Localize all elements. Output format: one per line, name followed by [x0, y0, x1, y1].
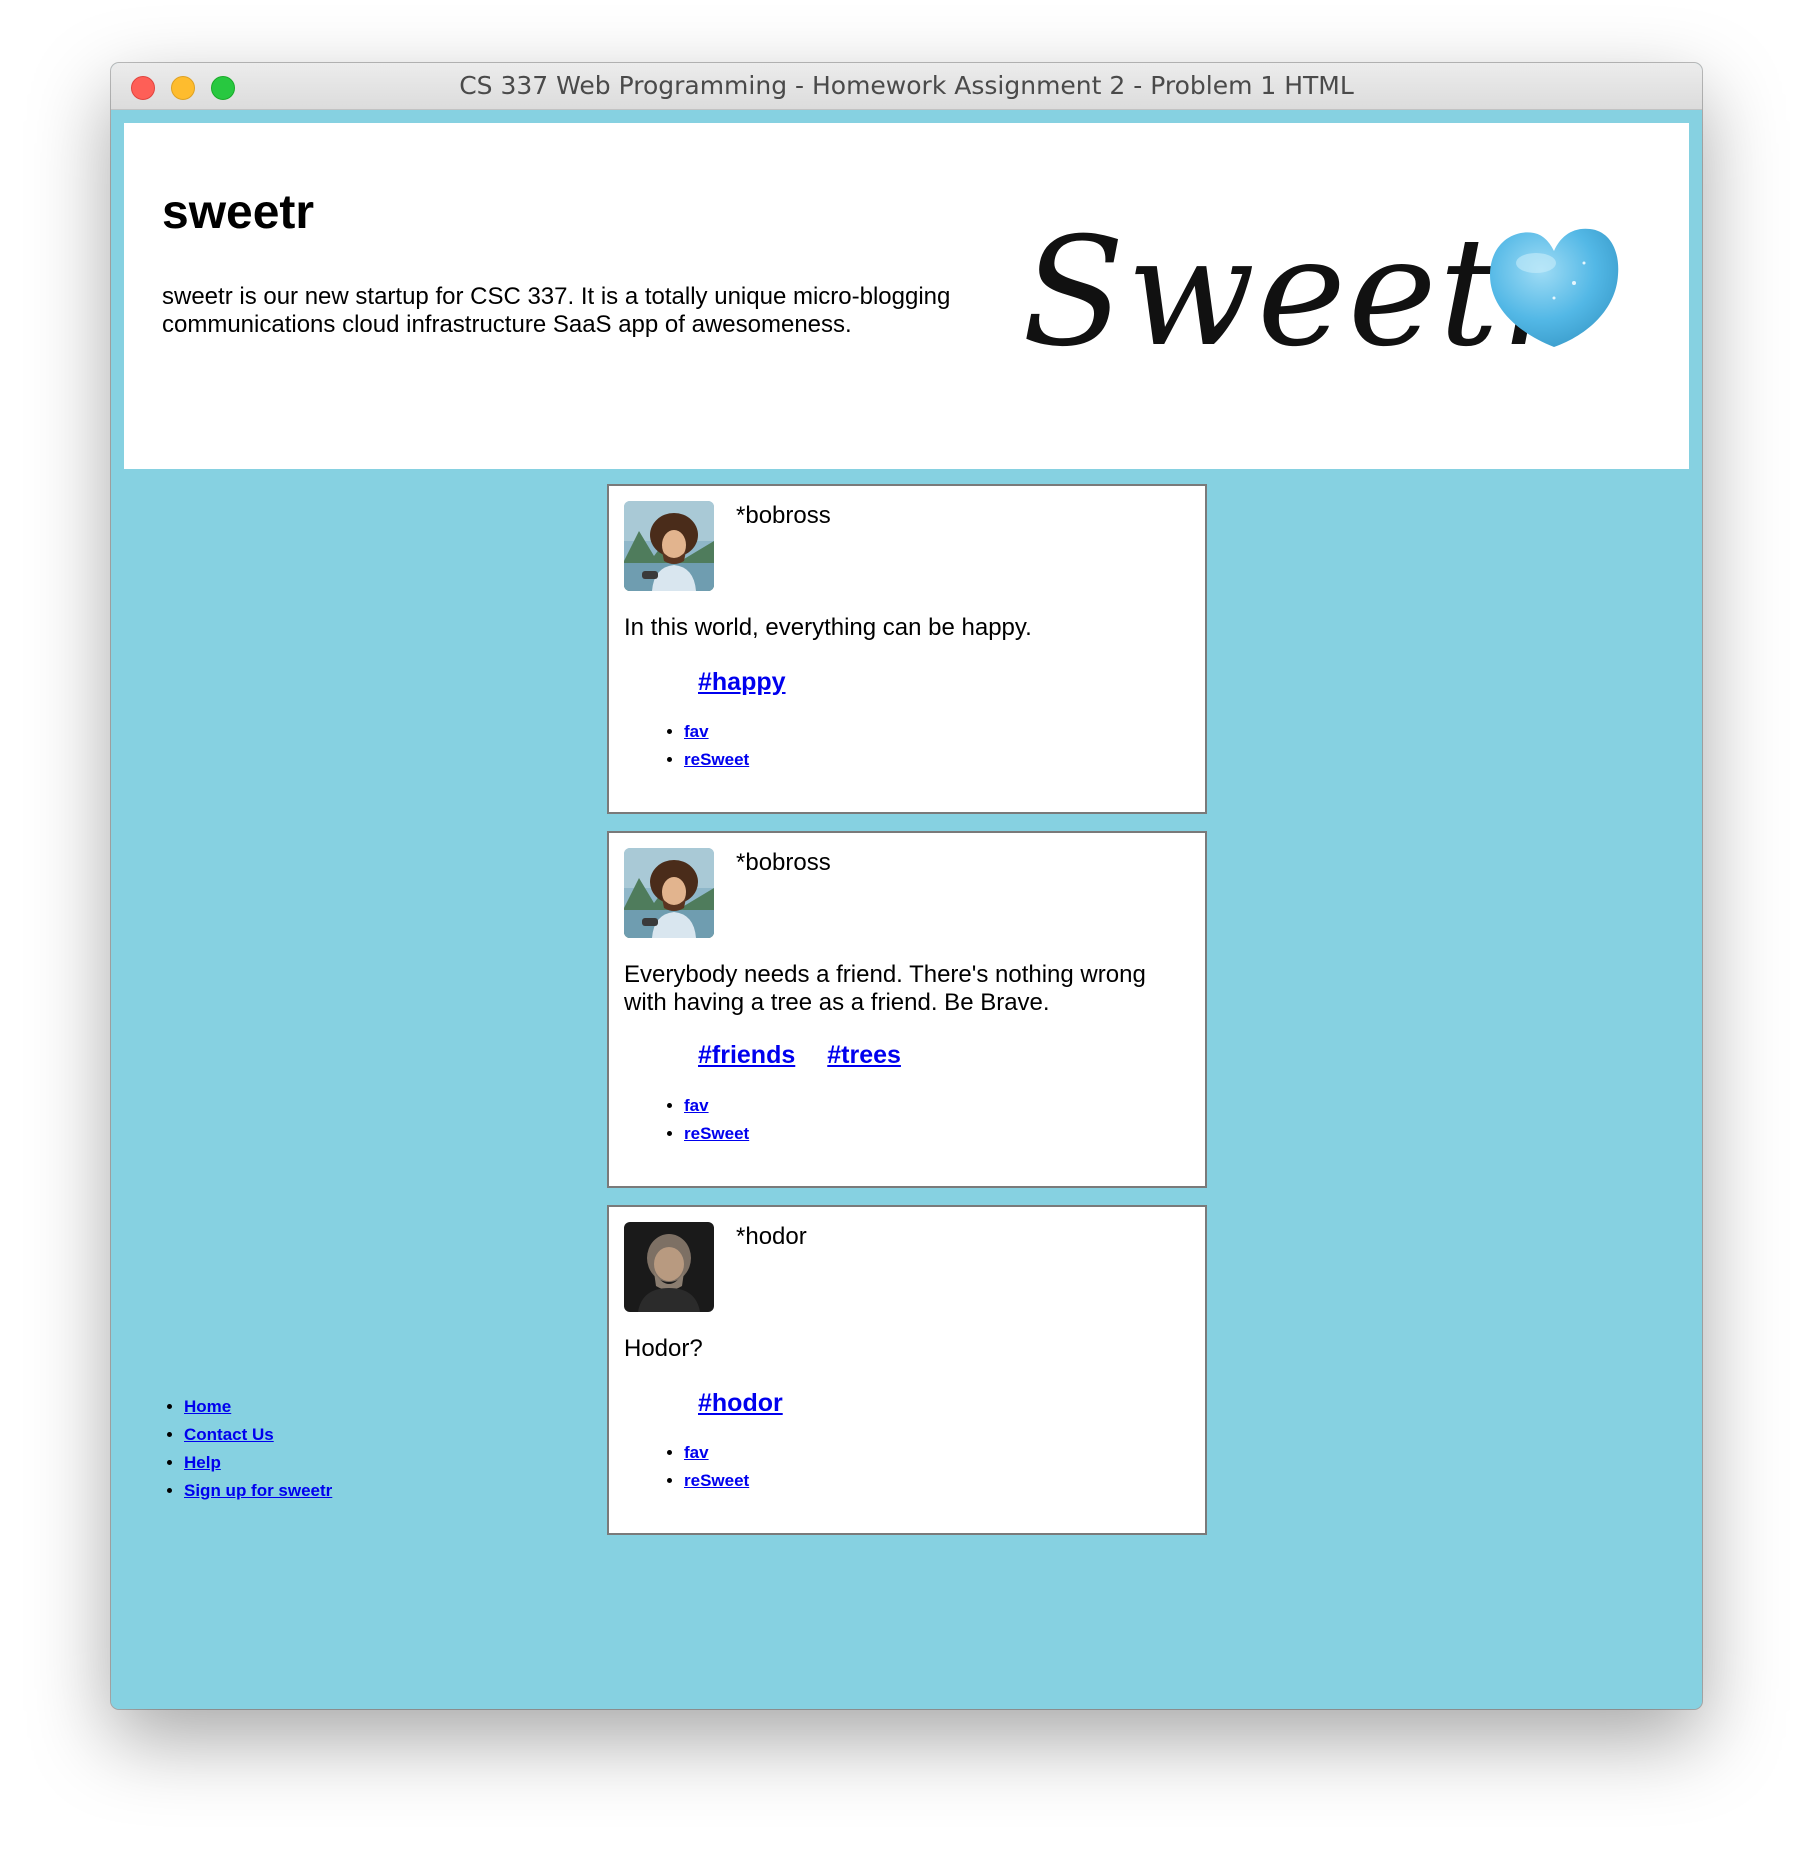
bobross-avatar	[624, 848, 714, 938]
hodor-avatar-image	[624, 1222, 714, 1312]
sweet-tags: #friends #trees	[698, 1041, 933, 1070]
list-item: reSweet	[684, 746, 749, 774]
sweet-actions: fav reSweet	[624, 1439, 749, 1495]
sweetr-logo: Sweetr	[1014, 203, 1654, 403]
window-title: CS 337 Web Programming - Homework Assign…	[459, 71, 1354, 100]
footer-nav: Home Contact Us Help Sign up for sweetr	[124, 1393, 332, 1505]
sweet-actions: fav reSweet	[624, 1092, 749, 1148]
bobross-avatar	[624, 501, 714, 591]
browser-window: CS 337 Web Programming - Homework Assign…	[111, 63, 1702, 1709]
list-item: Help	[184, 1449, 332, 1477]
list-item: Home	[184, 1393, 332, 1421]
sweet-text: Hodor?	[624, 1335, 703, 1362]
sweet-card: *bobross Everybody needs a friend. There…	[607, 831, 1207, 1188]
sweet-text: In this world, everything can be happy.	[624, 614, 1032, 641]
sweet-tags: #hodor	[698, 1389, 815, 1418]
resweet-link[interactable]: reSweet	[684, 1471, 749, 1490]
footer-link-sign-up[interactable]: Sign up for sweetr	[184, 1481, 332, 1500]
list-item: reSweet	[684, 1120, 749, 1148]
list-item: Sign up for sweetr	[184, 1477, 332, 1505]
sweet-card: *bobross In this world, everything can b…	[607, 484, 1207, 814]
footer-link-home[interactable]: Home	[184, 1397, 231, 1416]
resweet-link[interactable]: reSweet	[684, 1124, 749, 1143]
blue-heart-candy-icon	[1490, 228, 1619, 347]
sweet-username[interactable]: *bobross	[736, 502, 831, 530]
list-item: Contact Us	[184, 1421, 332, 1449]
site-title: sweetr	[162, 186, 315, 239]
bobross-avatar-image	[624, 848, 714, 938]
fav-link[interactable]: fav	[684, 1096, 709, 1115]
sweet-card: *hodor Hodor? #hodor fav reSweet	[607, 1205, 1207, 1535]
page-content: sweetr sweetr is our new startup for CSC…	[111, 110, 1702, 1709]
list-item: fav	[684, 1439, 749, 1467]
sweet-tags: #happy	[698, 668, 818, 697]
sweet-actions: fav reSweet	[624, 718, 749, 774]
sweet-username[interactable]: *bobross	[736, 849, 831, 877]
hashtag-link[interactable]: #hodor	[698, 1389, 783, 1417]
site-header: sweetr sweetr is our new startup for CSC…	[124, 123, 1689, 469]
sweet-text: Everybody needs a friend. There's nothin…	[624, 961, 1146, 1016]
sweet-username[interactable]: *hodor	[736, 1223, 807, 1251]
footer-link-contact-us[interactable]: Contact Us	[184, 1425, 274, 1444]
hashtag-link[interactable]: #friends	[698, 1041, 795, 1069]
hashtag-link[interactable]: #happy	[698, 668, 786, 696]
sweet-feed: *bobross In this world, everything can b…	[607, 484, 1207, 1552]
site-description: sweetr is our new startup for CSC 337. I…	[162, 283, 951, 338]
hodor-avatar	[624, 1222, 714, 1312]
resweet-link[interactable]: reSweet	[684, 750, 749, 769]
list-item: fav	[684, 1092, 749, 1120]
footer-link-help[interactable]: Help	[184, 1453, 221, 1472]
bobross-avatar-image	[624, 501, 714, 591]
hashtag-link[interactable]: #trees	[827, 1041, 901, 1069]
title-bar[interactable]: CS 337 Web Programming - Homework Assign…	[111, 63, 1702, 110]
list-item: reSweet	[684, 1467, 749, 1495]
list-item: fav	[684, 718, 749, 746]
fav-link[interactable]: fav	[684, 722, 709, 741]
fav-link[interactable]: fav	[684, 1443, 709, 1462]
